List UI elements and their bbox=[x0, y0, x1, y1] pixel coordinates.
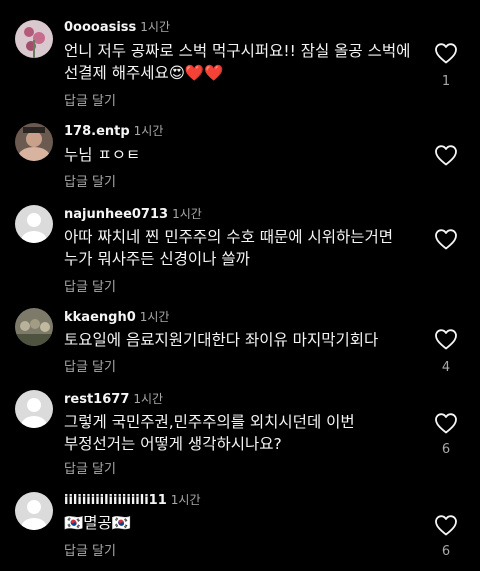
username[interactable]: najunhee0713 bbox=[64, 207, 168, 222]
comment-text: 누님 ㅍㅇㅌ bbox=[64, 146, 141, 164]
avatar[interactable] bbox=[15, 205, 53, 243]
like-count: 1 bbox=[441, 74, 451, 89]
like-button[interactable] bbox=[434, 144, 458, 166]
like-button[interactable] bbox=[434, 328, 458, 350]
heart-icon bbox=[434, 228, 458, 250]
reply-button[interactable]: 답글 달기 bbox=[64, 356, 116, 375]
heart-icon bbox=[434, 42, 458, 64]
like-button[interactable] bbox=[434, 228, 458, 250]
comment-meta: rest1677 1시간 bbox=[64, 390, 163, 407]
timestamp: 1시간 bbox=[172, 207, 202, 221]
like-button[interactable] bbox=[434, 42, 458, 64]
avatar[interactable] bbox=[15, 20, 53, 58]
comment-text: 토요일에 음료지원기대한다 좌이유 마지막기회다 bbox=[64, 331, 379, 349]
comment-meta: kkaengh0 1시간 bbox=[64, 308, 169, 325]
comment-text: 아따 짜치네 찐 민주주의 수호 때문에 시위하는거면 누가 뭐사주든 신경이나… bbox=[64, 228, 394, 268]
reply-button[interactable]: 답글 달기 bbox=[64, 90, 116, 109]
comment-text: 🇰🇷멸공🇰🇷 bbox=[64, 514, 132, 532]
heart-icon bbox=[434, 328, 458, 350]
comment-meta: najunhee0713 1시간 bbox=[64, 205, 202, 222]
comment-meta: iiliiiiiiliiiiiiili11 1시간 bbox=[64, 491, 200, 508]
like-count: 6 bbox=[441, 442, 451, 457]
timestamp: 1시간 bbox=[133, 392, 164, 406]
username[interactable]: 0oooasiss bbox=[64, 20, 136, 35]
avatar[interactable] bbox=[15, 308, 53, 346]
avatar[interactable] bbox=[15, 123, 53, 161]
timestamp: 1시간 bbox=[133, 124, 164, 138]
comment-text: 그렇게 국민주권,민주주의를 외치시던데 이번 부정선거는 어떻게 생각하시나요… bbox=[64, 413, 355, 453]
heart-icon bbox=[434, 144, 458, 166]
avatar[interactable] bbox=[15, 492, 53, 530]
timestamp: 1시간 bbox=[170, 493, 201, 507]
reply-button[interactable]: 답글 달기 bbox=[64, 458, 116, 477]
username[interactable]: 178.entp bbox=[64, 124, 130, 139]
like-count: 4 bbox=[441, 360, 451, 375]
reply-button[interactable]: 답글 달기 bbox=[64, 171, 116, 190]
comment-meta: 0oooasiss 1시간 bbox=[64, 18, 170, 35]
heart-icon bbox=[434, 412, 458, 434]
timestamp: 1시간 bbox=[140, 20, 170, 34]
like-button[interactable] bbox=[434, 514, 458, 536]
comment-meta: 178.entp 1시간 bbox=[64, 122, 163, 139]
reply-button[interactable]: 답글 달기 bbox=[64, 540, 116, 559]
timestamp: 1시간 bbox=[139, 310, 170, 324]
like-count: 6 bbox=[441, 544, 451, 559]
username[interactable]: kkaengh0 bbox=[64, 310, 136, 325]
reply-button[interactable]: 답글 달기 bbox=[64, 276, 116, 295]
avatar[interactable] bbox=[15, 390, 53, 428]
like-button[interactable] bbox=[434, 412, 458, 434]
username[interactable]: iiliiiiiiliiiiiiili11 bbox=[64, 493, 167, 508]
username[interactable]: rest1677 bbox=[64, 392, 129, 407]
comment-text: 언니 저두 공짜로 스벅 먹구시퍼요!! 잠실 올공 스벅에 선결제 해주세요😍… bbox=[64, 42, 411, 82]
heart-icon bbox=[434, 514, 458, 536]
